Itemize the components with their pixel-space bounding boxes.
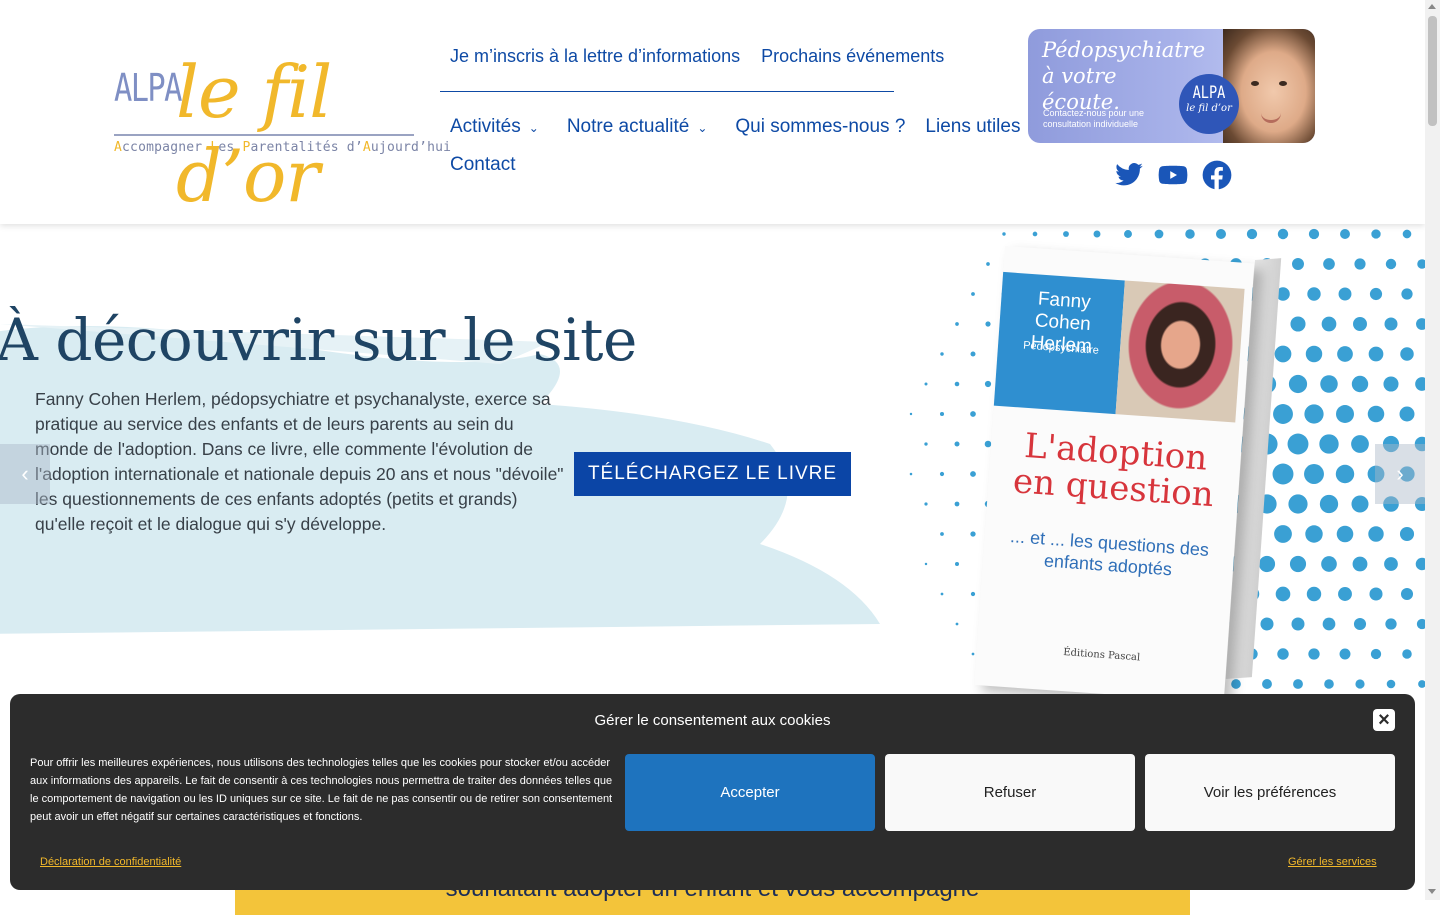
badge-name: le fil d’or xyxy=(1186,103,1232,114)
site-logo[interactable]: ALPA le fil d’or Accompagner Les Parenta… xyxy=(114,50,451,218)
cookie-title: Gérer le consentement aux cookies xyxy=(594,712,831,729)
nav-item-label: Liens utiles xyxy=(925,116,1021,137)
view-preferences-button[interactable]: Voir les préférences xyxy=(1145,754,1395,831)
twitter-icon[interactable] xyxy=(1114,160,1144,190)
logo-tagline: Accompagner Les Parentalités d’Aujourd’h… xyxy=(114,140,452,155)
chevron-right-icon: › xyxy=(1396,461,1404,486)
youtube-icon[interactable] xyxy=(1158,160,1188,190)
scrollbar-thumb[interactable] xyxy=(1428,16,1437,126)
logo-underline xyxy=(114,134,414,136)
hero-title: À découvrir sur le site xyxy=(0,306,637,374)
privacy-policy-link[interactable]: Déclaration de confidentialité xyxy=(40,856,181,868)
nav-item-activites[interactable]: Activités ⌄ xyxy=(450,116,539,138)
facebook-icon[interactable] xyxy=(1202,160,1232,190)
chevron-down-icon: ⌄ xyxy=(528,120,539,135)
nav-item-liens-utiles[interactable]: Liens utiles xyxy=(925,116,1020,138)
close-icon[interactable]: × xyxy=(1373,709,1395,731)
book-cover-image: Fanny Cohen Herlem Pédopsychiatre L'adop… xyxy=(974,246,1290,703)
main-nav: Activités ⌄ Notre actualité ⌄ Qui sommes… xyxy=(450,114,1020,178)
cookie-text: Pour offrir les meilleures expériences, … xyxy=(30,757,613,823)
child-photo xyxy=(1223,29,1315,143)
top-nav: Je m’inscris à la lettre d’informations … xyxy=(450,46,944,67)
badge-alpa: ALPA xyxy=(1192,83,1226,103)
download-book-button[interactable]: TÉLÉCHARGEZ LE LIVRE xyxy=(574,452,851,496)
nav-events-link[interactable]: Prochains événements xyxy=(761,46,944,67)
site-header: ALPA le fil d’or Accompagner Les Parenta… xyxy=(0,0,1425,224)
nav-item-label: Activités xyxy=(450,116,521,137)
nav-divider xyxy=(440,91,894,92)
social-links xyxy=(1114,160,1232,190)
hero-description: Fanny Cohen Herlem, pédopsychiatre et ps… xyxy=(35,389,564,534)
manage-services-link[interactable]: Gérer les services xyxy=(1288,856,1377,868)
nav-item-label: Qui sommes-nous ? xyxy=(735,116,906,137)
banner-title: Pédopsychiatre à votre écoute. xyxy=(1042,38,1206,114)
chevron-down-icon: ⌄ xyxy=(697,120,708,135)
slider-next-button[interactable]: › xyxy=(1375,444,1425,504)
banner-logo-badge: ALPA le fil d’or xyxy=(1179,74,1239,134)
nav-item-label: Notre actualité xyxy=(566,116,690,137)
slider-prev-button[interactable]: ‹ xyxy=(0,444,50,504)
nav-item-actualite[interactable]: Notre actualité ⌄ xyxy=(567,116,708,138)
nav-item-qui-sommes-nous[interactable]: Qui sommes-nous ? xyxy=(735,116,905,138)
cookie-consent-banner: Gérer le consentement aux cookies × Pour… xyxy=(10,694,1415,890)
nav-item-label: Contact xyxy=(450,154,516,175)
scroll-down-icon[interactable] xyxy=(1428,889,1436,894)
nav-item-contact[interactable]: Contact xyxy=(450,154,515,176)
accept-cookies-button[interactable]: Accepter xyxy=(625,754,875,831)
book-title: L'adoption en question xyxy=(1011,425,1216,516)
chevron-left-icon: ‹ xyxy=(21,461,29,486)
consultation-banner[interactable]: Pédopsychiatre à votre écoute. Contactez… xyxy=(1028,29,1315,143)
book-subtitle: ... et ... les questions des enfants ado… xyxy=(1009,526,1210,580)
logo-alpa: ALPA xyxy=(114,66,182,110)
banner-subtitle: Contactez-nous pour une consultation ind… xyxy=(1043,108,1145,129)
scroll-up-icon[interactable] xyxy=(1428,4,1436,9)
nav-newsletter-link[interactable]: Je m’inscris à la lettre d’informations xyxy=(450,46,740,67)
page-scrollbar[interactable] xyxy=(1425,0,1440,900)
refuse-cookies-button[interactable]: Refuser xyxy=(885,754,1135,831)
book-publisher: Éditions Pascal xyxy=(1062,647,1141,664)
